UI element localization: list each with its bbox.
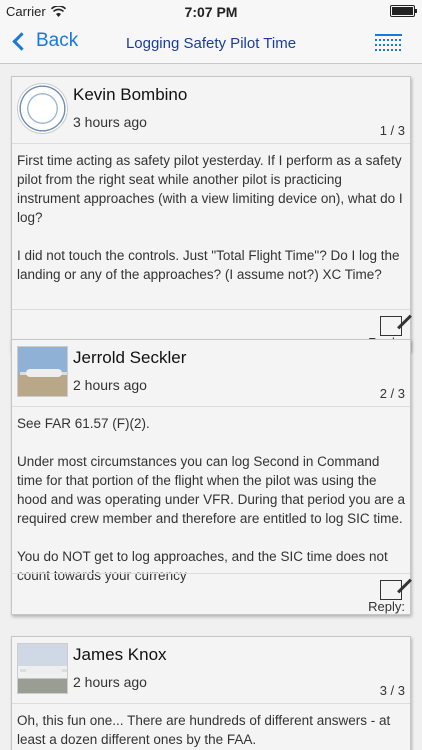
post-paragraph: I did not touch the controls. Just "Tota…: [17, 248, 400, 282]
post-counter: 1 / 3: [379, 123, 405, 138]
post-time: 2 hours ago: [73, 674, 147, 690]
post-footer: Reply:: [12, 573, 410, 614]
post-card: James Knox 2 hours ago 3 / 3 Oh, this fu…: [11, 636, 411, 750]
battery-icon: [390, 5, 417, 17]
navigation-bar: Back Logging Safety Pilot Time: [0, 24, 422, 64]
post-paragraph: See FAR 61.57 (F)(2).: [17, 416, 150, 431]
post-time: 3 hours ago: [73, 114, 147, 130]
page-title: Logging Safety Pilot Time: [125, 35, 297, 52]
avatar: [17, 346, 68, 397]
status-time: 7:07 PM: [184, 4, 238, 20]
post-header: Jerrold Seckler 2 hours ago 2 / 3: [12, 340, 410, 407]
compose-reply-icon[interactable]: [380, 316, 402, 336]
status-bar: Carrier 7:07 PM: [0, 0, 422, 24]
avatar: [17, 643, 68, 694]
avatar: [17, 83, 68, 134]
author-name[interactable]: Kevin Bombino: [73, 85, 187, 105]
author-name[interactable]: Jerrold Seckler: [73, 348, 186, 368]
post-body: See FAR 61.57 (F)(2). Under most circums…: [12, 407, 410, 583]
post-paragraph: First time acting as safety pilot yester…: [17, 153, 403, 225]
post-paragraph: Under most circumstances you can log Sec…: [17, 454, 405, 526]
list-menu-icon[interactable]: [375, 34, 402, 52]
post-header: James Knox 2 hours ago 3 / 3: [12, 637, 410, 704]
post-card: Kevin Bombino 3 hours ago 1 / 3 First ti…: [11, 76, 411, 351]
post-paragraph: Oh, this fun one... There are hundreds o…: [17, 713, 391, 747]
post-card: Jerrold Seckler 2 hours ago 2 / 3 See FA…: [11, 339, 411, 615]
compose-reply-icon[interactable]: [380, 580, 402, 600]
post-body: First time acting as safety pilot yester…: [12, 144, 410, 309]
post-time: 2 hours ago: [73, 377, 147, 393]
post-body: Oh, this fun one... There are hundreds o…: [12, 704, 410, 749]
post-counter: 2 / 3: [379, 386, 405, 401]
reply-button[interactable]: Reply:: [368, 599, 405, 614]
author-name[interactable]: James Knox: [73, 645, 167, 665]
post-counter: 3 / 3: [379, 683, 405, 698]
post-header: Kevin Bombino 3 hours ago 1 / 3: [12, 77, 410, 144]
